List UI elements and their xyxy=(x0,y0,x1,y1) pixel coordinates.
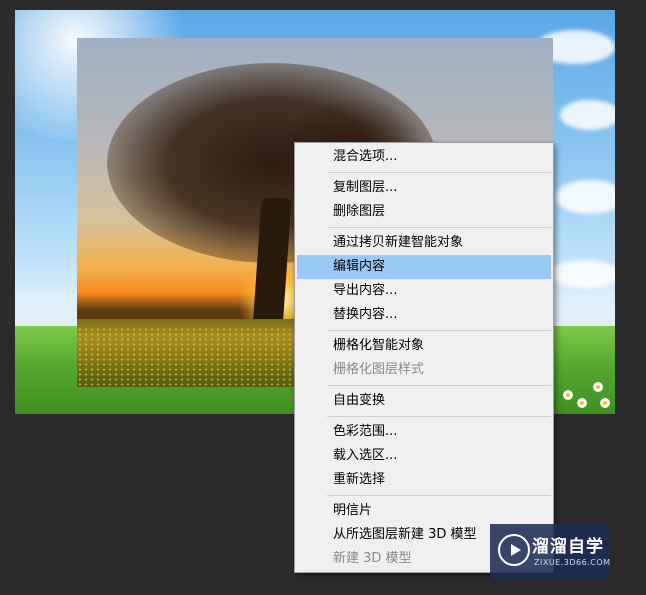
menu-item[interactable]: 自由变换 xyxy=(297,389,551,413)
daisy-flower xyxy=(600,398,610,408)
menu-item[interactable]: 色彩范围... xyxy=(297,420,551,444)
cloud xyxy=(550,260,615,288)
menu-item[interactable]: 栅格化智能对象 xyxy=(297,334,551,358)
daisy-flower xyxy=(577,398,587,408)
menu-item: 栅格化图层样式 xyxy=(333,362,425,377)
menu-item[interactable]: 重新选择 xyxy=(297,468,551,492)
menu-item[interactable]: 混合选项... xyxy=(297,145,551,169)
watermark: 溜溜自学 ZIXUE.3D66.COM xyxy=(490,524,610,579)
menu-item[interactable]: 导出内容... xyxy=(297,279,551,303)
menu-item-highlighted[interactable]: 编辑内容 xyxy=(297,255,551,279)
menu-item[interactable]: 通过拷贝新建智能对象 xyxy=(297,231,551,255)
menu-item[interactable]: 替换内容... xyxy=(297,303,551,327)
daisy-flower xyxy=(593,382,603,392)
menu-separator xyxy=(327,416,551,417)
photoshop-workspace: 混合选项... 复制图层... 删除图层通过拷贝新建智能对象 编辑内容 导出内容... 替… xyxy=(0,0,646,595)
daisy-flower xyxy=(563,390,573,400)
cloud xyxy=(560,100,615,130)
menu-separator xyxy=(327,495,551,496)
cloud xyxy=(555,180,615,214)
layer-context-menu: 混合选项... 复制图层... 删除图层通过拷贝新建智能对象 编辑内容 导出内容... 替… xyxy=(294,142,554,573)
menu-item[interactable]: 载入选区... xyxy=(297,444,551,468)
watermark-title: 溜溜自学 xyxy=(532,537,604,557)
menu-separator xyxy=(327,385,551,386)
menu-item[interactable]: 明信片 xyxy=(297,499,551,523)
menu-separator xyxy=(327,172,551,173)
menu-item[interactable]: 复制图层... xyxy=(297,176,551,200)
watermark-subtitle: ZIXUE.3D66.COM xyxy=(534,558,611,567)
menu-separator xyxy=(327,227,551,228)
menu-separator xyxy=(327,330,551,331)
menu-item[interactable]: 删除图层 xyxy=(297,200,551,224)
play-circle-icon xyxy=(498,534,530,566)
